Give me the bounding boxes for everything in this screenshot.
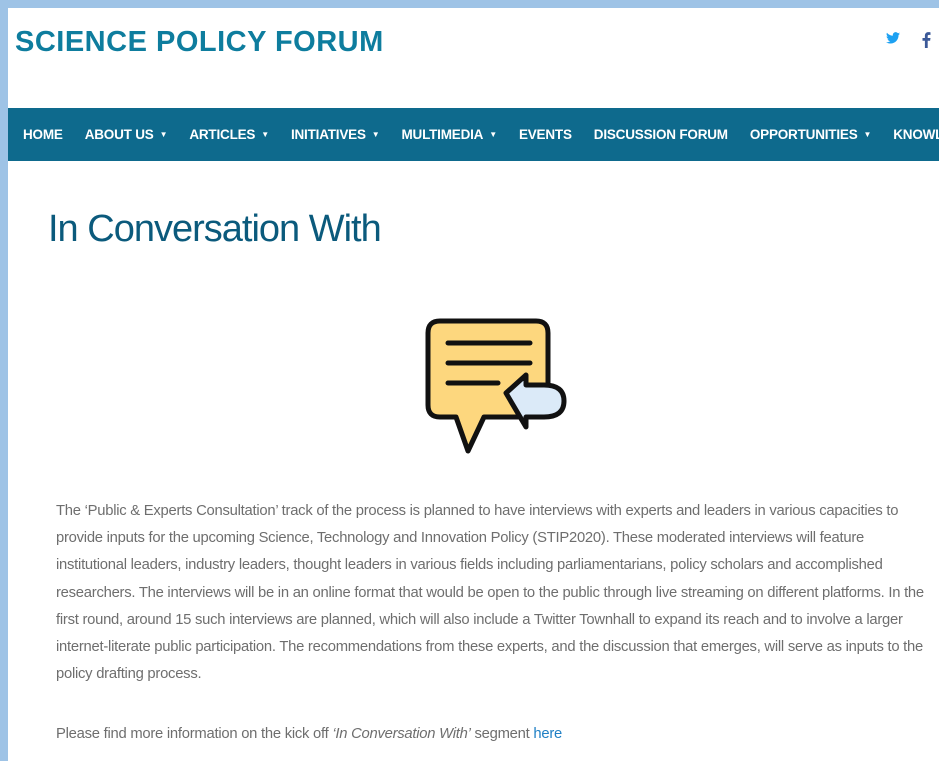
page-title: In Conversation With [48,208,382,250]
nav-item-articles[interactable]: ARTICLES ▼ [178,108,280,161]
site-header: SCIENCE POLICY FORUM [8,8,939,108]
nav-item-knowledge-ce[interactable]: KNOWLEDGE CE [882,108,939,161]
here-link[interactable]: here [533,726,562,742]
more-info-prefix: Please find more information on the kick… [56,726,333,742]
nav-item-label: KNOWLEDGE CE [893,127,939,142]
chat-bubble-icon [418,313,568,463]
caret-down-icon: ▼ [863,130,872,139]
more-info-suffix: segment [470,726,534,742]
nav-item-opportunities[interactable]: OPPORTUNITIES ▼ [739,108,882,161]
nav-item-initiatives[interactable]: INITIATIVES ▼ [280,108,391,161]
main-nav: HOME ABOUT US ▼ ARTICLES ▼ INITIATIVES ▼ MULTIM… [8,108,939,161]
nav-item-label: ARTICLES [189,127,256,142]
caret-down-icon: ▼ [371,130,380,139]
nav-item-events[interactable]: EVENTS [508,108,583,161]
caret-down-icon: ▼ [489,130,497,139]
nav-item-discussion-forum[interactable]: DISCUSSION FORUM [583,108,739,161]
twitter-icon[interactable] [886,32,900,44]
nav-item-label: DISCUSSION FORUM [593,127,728,142]
nav-item-multimedia[interactable]: MULTIMEDIA ▼ [390,108,507,161]
facebook-icon[interactable] [922,32,931,48]
caret-down-icon: ▼ [159,130,168,139]
nav-item-label: MULTIMEDIA [401,127,484,142]
more-info-italic: ‘In Conversation With’ [332,726,471,742]
nav-item-home[interactable]: HOME [8,108,74,161]
more-info-line: Please find more information on the kick… [56,722,926,746]
nav-item-label: ABOUT US [84,127,154,142]
caret-down-icon: ▼ [261,130,269,139]
nav-item-about-us[interactable]: ABOUT US ▼ [74,108,179,161]
nav-item-label: HOME [23,127,63,142]
nav-item-label: EVENTS [518,127,572,142]
window-frame-left [0,0,8,761]
site-logo[interactable]: SCIENCE POLICY FORUM [15,26,384,59]
nav-item-label: OPPORTUNITIES [749,127,858,142]
intro-paragraph: The ‘Public & Experts Consultation’ trac… [56,503,924,683]
window-frame-top [0,0,939,8]
page: SCIENCE POLICY FORUM HOME ABOUT US ▼ ARTICL… [8,8,939,761]
nav-item-label: INITIATIVES [290,127,366,142]
